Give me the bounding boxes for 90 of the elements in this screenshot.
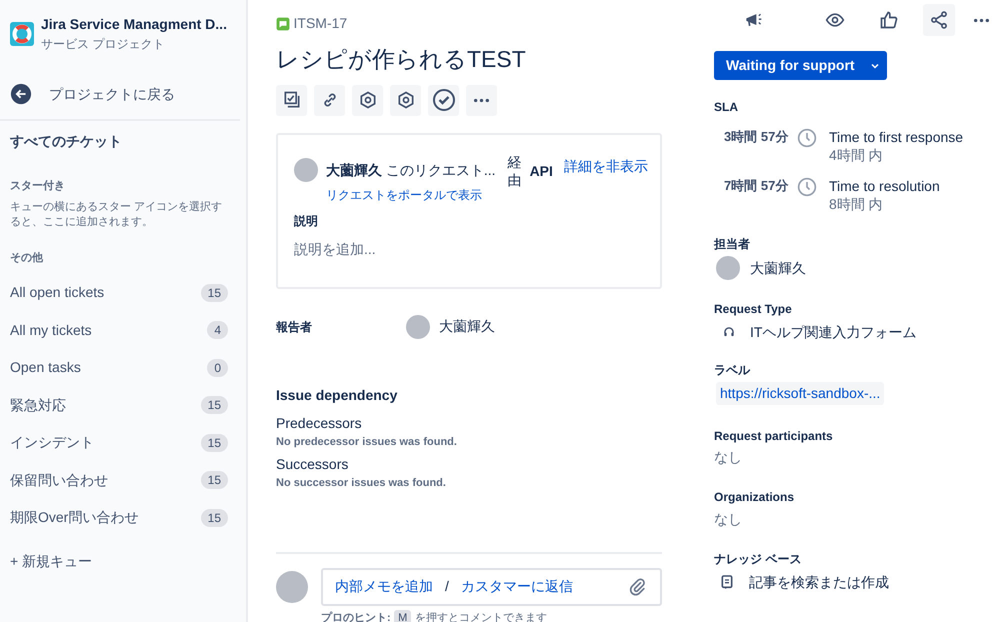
more-icon [972,18,990,22]
field-label: Request Type [714,302,793,318]
queue-item[interactable]: All my tickets 4 [0,312,246,349]
queue-item[interactable]: インシデント 15 [0,424,246,462]
starred-hint: キューの横にあるスター アイコンを選択すると、ここに追加されます。 [9,200,224,230]
back-link[interactable]: プロジェクトに戻る [0,79,246,109]
count-badge: 15 [200,471,228,490]
check-circle-icon [432,88,456,112]
portal-link[interactable]: リクエストをポータルで表示 [326,186,496,204]
document-icon [719,574,735,590]
empty-message: No successor issues was found. [276,476,447,491]
count-badge: 0 [207,358,228,377]
queue-item[interactable]: 緊急対応 15 [0,386,246,424]
hexagon-button[interactable] [390,84,421,116]
paperclip-icon[interactable] [628,576,648,596]
sla-goal: 8時間 内 [829,195,884,214]
separator: / [445,577,449,596]
avatar [276,570,308,602]
via-label: 経由 [508,152,522,190]
issue-title: レシピが作られるTEST [276,45,527,74]
sla-name: Time to resolution [829,176,940,196]
more-button[interactable] [466,84,497,116]
section-title: Issue dependency [276,386,398,405]
lifebuoy-logo-icon [10,22,34,46]
hint-label: プロのヒント: [321,610,391,622]
hide-details-link[interactable]: 詳細を非表示 [564,156,648,176]
status-dropdown[interactable]: Waiting for support [714,51,887,80]
section-heading: スター付き [9,179,66,194]
task-checkbox-icon [282,90,302,110]
count-badge: 15 [200,284,228,302]
queue-item[interactable]: Open tasks 0 [0,349,246,386]
count-badge: 4 [207,321,228,340]
field-label: ナレッジ ベース [714,552,802,568]
share-icon [929,10,949,30]
chat-bubble-icon [276,16,290,30]
sla-remaining: 7時間 57分 [724,178,790,195]
queue-heading[interactable]: すべてのチケット [0,131,246,152]
description-placeholder[interactable]: 説明を追加... [294,238,644,260]
issue-key[interactable]: ITSM-17 [294,13,348,34]
channel-label: API [530,162,553,180]
count-badge: 15 [200,508,228,527]
queue-item[interactable]: 保留問い合わせ 15 [0,462,246,499]
avatar [294,158,318,182]
share-button[interactable] [923,4,955,36]
field-value: なし [714,510,743,528]
project-type: サービス プロジェクト [41,36,166,53]
link-button[interactable] [314,84,345,116]
field-label: ラベル [714,362,752,378]
more-icon [473,98,490,102]
hexagon-icon [358,90,378,110]
section-heading: その他 [9,250,44,266]
internal-note-link[interactable]: 内部メモを追加 [335,576,433,597]
field-value: なし [714,448,743,466]
request-summary: 大薗輝久 このリクエスト... [326,160,496,180]
hexagon-icon [396,90,416,110]
person-name: 大薗輝久 [439,317,495,336]
field-label: 報告者 [276,318,313,336]
label-tag[interactable]: https://ricksoft-sandbox-... [716,382,884,404]
sla-name: Time to first response [829,128,964,146]
sla-remaining: 3時間 57分 [724,128,790,146]
new-queue-link[interactable]: + 新規キュー [0,550,246,572]
field-label: Request participants [714,428,834,444]
count-badge: 15 [200,434,228,452]
dependency-title: Predecessors [276,414,363,432]
queue-item[interactable]: 期限Over問い合わせ 15 [0,499,246,536]
keyboard-key: M [394,610,412,622]
headset-icon [722,324,736,339]
count-badge: 15 [200,396,228,414]
clock-icon [797,176,817,197]
empty-message: No predecessor issues was found. [276,434,458,450]
clock-icon [797,128,817,148]
queue-item[interactable]: All open tickets 15 [0,274,246,312]
dependency-title: Successors [276,455,350,474]
avatar [716,256,740,280]
thumbs-up-icon [879,10,899,30]
avatar [406,314,430,338]
field-label: 担当者 [714,237,751,253]
reply-link[interactable]: カスタマーに返信 [460,576,573,597]
check-circle-button[interactable] [428,84,459,116]
field-label: SLA [714,100,739,116]
field-label: Organizations [714,490,796,506]
hexagon-button[interactable] [352,84,383,116]
task-checkbox-button[interactable] [276,84,307,116]
sla-goal: 4時間 内 [829,146,884,164]
project-name: Jira Service Managment D... [41,15,227,34]
search-article-link[interactable]: 記事を検索または作成 [749,572,889,591]
field-label: 説明 [294,212,319,230]
request-type-value: ITヘルプ関連入力フォーム [750,322,916,341]
person-name: 大薗輝久 [750,258,806,278]
comment-field[interactable]: 内部メモを追加 / カスタマーに返信 [321,568,662,606]
